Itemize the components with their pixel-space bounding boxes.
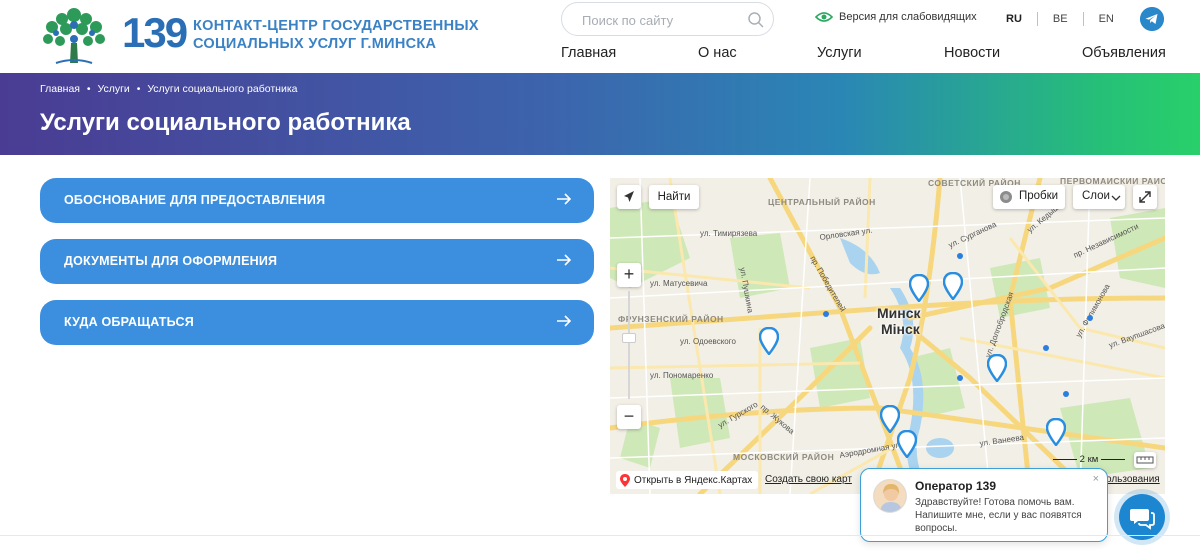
yandex-pin-icon [620,473,630,487]
vision-mode-label: Версия для слабовидящих [839,11,977,23]
terms-link[interactable]: ользования [1106,474,1160,485]
arrow-right-icon [557,254,572,266]
chat-button[interactable] [1119,494,1165,540]
page-banner: Главная • Услуги • Услуги социального ра… [0,73,1200,155]
operator-avatar [873,479,907,513]
vision-mode-link[interactable]: Версия для слабовидящих [815,11,977,23]
nav-item-news[interactable]: Новости [944,45,1000,61]
accordion-label: ДОКУМЕНТЫ ДЛЯ ОФОРМЛЕНИЯ [64,254,278,268]
search-input[interactable] [582,10,742,30]
traffic-icon [1000,191,1012,203]
map-pin-icon[interactable] [1046,418,1066,446]
map-traffic-button[interactable]: Пробки [993,185,1065,209]
zoom-slider-handle[interactable] [622,333,636,343]
create-map-link[interactable]: Создать свою карт [765,474,852,485]
map-pin-icon[interactable] [759,327,779,355]
eye-icon [815,12,833,22]
nav-item-announcements[interactable]: Объявления [1082,45,1166,61]
chat-icon [1130,509,1155,530]
map-find-button[interactable]: Найти [649,185,699,209]
scale-text: 2 км [1079,454,1099,465]
page-title: Услуги социального работника [40,109,411,136]
breadcrumb: Главная • Услуги • Услуги социального ра… [40,83,302,95]
breadcrumb-current: Услуги социального работника [147,83,298,95]
map-city-label: Мінск [881,321,920,337]
scale-bar [1100,458,1125,460]
map-street-label: ул. Одоевского [680,337,736,346]
map-fullscreen-button[interactable] [1133,185,1157,209]
accordion-label: ОБОСНОВАНИЕ ДЛЯ ПРЕДОСТАВЛЕНИЯ [64,193,326,207]
chevron-down-icon [1111,195,1121,201]
lang-be[interactable]: BE [1053,13,1068,25]
arrow-right-icon [557,315,572,327]
chat-message: Здравствуйте! Готова помочь вам. Напишит… [915,497,1082,534]
map-pin-icon[interactable] [987,354,1007,382]
lang-divider [1082,12,1084,26]
site-header: 139 КОНТАКТ-ЦЕНТР ГОСУДАРСТВЕННЫХ СОЦИАЛ… [0,0,1200,73]
chat-close-button[interactable]: × [1093,473,1099,485]
map-pin-icon[interactable] [909,274,929,302]
search-icon[interactable] [747,11,765,29]
breadcrumb-separator: • [136,83,141,95]
accordion-basis[interactable]: ОБОСНОВАНИЕ ДЛЯ ПРЕДОСТАВЛЕНИЯ [40,178,594,223]
zoom-control: + − [617,263,641,431]
nav-item-services[interactable]: Услуги [817,45,862,61]
traffic-label: Пробки [1019,190,1059,202]
lang-ru[interactable]: RU [1006,13,1022,25]
map-scale-label: 2 км [1053,454,1125,465]
layers-label: Слои [1082,190,1110,202]
geolocation-button[interactable] [617,185,641,209]
language-switcher: RU BE EN [1006,12,1114,26]
search-box [561,2,774,36]
location-arrow-icon [624,191,634,202]
map-street-label: ул. Матусевича [650,279,708,288]
map-street-label: ул. Тимирязева [700,229,758,238]
accordion-documents[interactable]: ДОКУМЕНТЫ ДЛЯ ОФОРМЛЕНИЯ [40,239,594,284]
map-district-label: ЦЕНТРАЛЬНЫЙ РАЙОН [768,196,876,207]
map-pin-icon[interactable] [880,405,900,433]
chat-popup[interactable]: Оператор 139 Здравствуйте! Готова помочь… [860,468,1108,542]
arrow-right-icon [557,193,572,205]
yandex-map[interactable]: ЦЕНТРАЛЬНЫЙ РАЙОН СОВЕТСКИЙ РАЙОН ФРУНЗЕ… [610,178,1165,494]
map-layers-button[interactable]: Слои [1073,185,1125,209]
accordion-label: КУДА ОБРАЩАТЬСЯ [64,315,194,329]
scale-bar [1053,458,1077,460]
footer-divider [0,535,1200,536]
nav-item-about[interactable]: О нас [698,45,737,61]
main-nav: Главная О нас Услуги Новости Объявления [0,45,1200,65]
breadcrumb-separator: • [86,83,91,95]
map-pin-icon[interactable] [897,430,917,458]
nav-item-home[interactable]: Главная [561,45,616,61]
expand-icon [1139,191,1151,203]
telegram-icon[interactable] [1140,7,1164,31]
map-pin-icon[interactable] [943,272,963,300]
map-district-label: МОСКОВСКИЙ РАЙОН [733,451,834,462]
zoom-in-button[interactable]: + [617,263,641,287]
zoom-out-button[interactable]: − [617,405,641,429]
ruler-button[interactable] [1134,452,1156,468]
open-in-yandex-maps-label: Открыть в Яндекс.Картах [634,474,753,486]
lang-en[interactable]: EN [1099,13,1114,25]
breadcrumb-services[interactable]: Услуги [98,83,130,95]
breadcrumb-home[interactable]: Главная [40,83,80,95]
accordion-where-to-apply[interactable]: КУДА ОБРАЩАТЬСЯ [40,300,594,345]
open-in-yandex-maps-link[interactable]: Открыть в Яндекс.Картах [616,471,759,489]
map-street-label: ул. Пономаренко [650,371,714,380]
operator-avatar-image [874,480,906,512]
ruler-icon [1136,456,1154,464]
zoom-track[interactable] [628,291,630,399]
logo-text-line-1: КОНТАКТ-ЦЕНТР ГОСУДАРСТВЕННЫХ [193,18,479,34]
lang-divider [1036,12,1038,26]
operator-name: Оператор 139 [915,479,996,493]
map-city-label: Минск [877,305,921,321]
